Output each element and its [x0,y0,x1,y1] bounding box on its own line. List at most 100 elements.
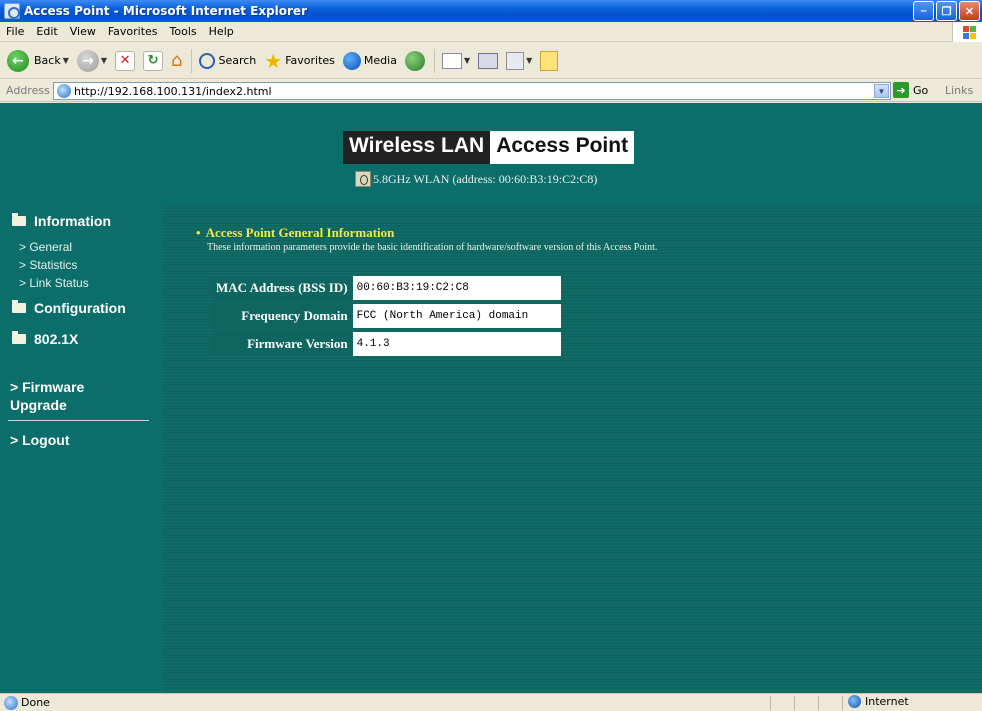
menu-edit[interactable]: Edit [30,25,63,38]
firmware-version-value: 4.1.3 [352,332,561,356]
section-title-text: Access Point General Information [205,225,395,240]
refresh-icon: ↻ [143,50,164,71]
sidebar-item-firmware-upgrade[interactable]: > Firmware Upgrade [10,378,84,414]
status-bar: Done Internet [0,693,982,711]
status-divider [770,696,771,710]
address-bar: Address http://192.168.100.131/index2.ht… [0,80,982,102]
mail-dropdown-icon[interactable]: ▼ [464,56,470,65]
back-dropdown-icon[interactable]: ▼ [63,56,69,65]
sidebar-divider [8,420,149,421]
menu-tools[interactable]: Tools [164,25,203,38]
favorites-label: Favorites [285,54,335,67]
mac-address-value: 00:60:B3:19:C2:C8 [352,276,561,300]
window-titlebar: Access Point - Microsoft Internet Explor… [0,0,982,22]
sidebar-item-information[interactable]: Information [12,213,111,229]
address-url[interactable]: http://192.168.100.131/index2.html [74,85,272,98]
back-arrow-icon: ← [7,49,29,72]
sidebar-item-logout[interactable]: > Logout [10,431,70,449]
status-text: Done [21,696,50,709]
media-button[interactable]: Media [340,47,400,75]
frequency-domain-value: FCC (North America) domain [352,304,561,328]
refresh-button[interactable]: ↻ [140,47,166,75]
print-button[interactable] [475,47,501,75]
notes-button[interactable] [537,47,561,75]
address-input[interactable]: http://192.168.100.131/index2.html ▼ [53,82,891,100]
page-status-icon [4,695,18,710]
go-label: Go [913,83,929,97]
links-button[interactable]: Links [945,84,973,97]
standard-toolbar: ← Back ▼ → ▼ ✕ ↻ ⌂ Search ★ Favorites Me… [0,43,982,79]
forward-arrow-icon: → [76,49,99,72]
address-dropdown-icon[interactable]: ▼ [874,84,889,98]
window-title: Access Point - Microsoft Internet Explor… [24,4,307,18]
edit-button[interactable]: ▼ [503,47,535,75]
maximize-button[interactable]: ❐ [936,1,957,21]
sidebar-item-link-status[interactable]: > Link Status [19,276,89,290]
wlan-card-icon [355,171,371,187]
mail-icon [441,52,462,69]
ie-icon [4,3,20,19]
favorites-star-icon: ★ [264,48,283,73]
firmware-version-label: Firmware Version [212,332,352,356]
table-row: Frequency Domain FCC (North America) dom… [212,304,561,328]
minimize-button[interactable]: – [913,1,934,21]
menu-view[interactable]: View [64,25,102,38]
home-button[interactable]: ⌂ [168,47,185,75]
status-divider [818,696,819,710]
folder-icon [12,300,26,313]
section-description: These information parameters provide the… [207,242,658,253]
edit-dropdown-icon[interactable]: ▼ [526,56,532,65]
zone-label: Internet [865,695,909,708]
status-divider [794,696,795,710]
table-row: MAC Address (BSS ID) 00:60:B3:19:C2:C8 [212,276,561,300]
forward-dropdown-icon[interactable]: ▼ [101,56,107,65]
sidebar-item-statistics[interactable]: > Statistics [19,258,77,272]
toolbar-separator [191,48,193,73]
sidebar-item-802-1x[interactable]: 802.1X [12,331,78,347]
menu-help[interactable]: Help [203,25,240,38]
back-button[interactable]: ← Back ▼ [4,47,72,75]
globe-icon [848,695,861,708]
frequency-domain-label: Frequency Domain [212,304,352,328]
print-icon [478,52,499,69]
info-table: MAC Address (BSS ID) 00:60:B3:19:C2:C8 F… [211,272,562,360]
history-icon [404,50,425,71]
product-logo: Wireless LAN Access Point [343,131,635,164]
window-controls: – ❐ ✕ [913,1,980,21]
media-label: Media [363,54,397,67]
section-title: • Access Point General Information [196,225,394,241]
favorites-button[interactable]: ★ Favorites [261,47,338,75]
go-arrow-icon: ➔ [893,82,909,98]
sidebar-item-configuration[interactable]: Configuration [12,300,126,316]
search-button[interactable]: Search [196,47,259,75]
security-zone: Internet [848,695,909,708]
menu-favorites[interactable]: Favorites [102,25,164,38]
stop-button[interactable]: ✕ [112,47,138,75]
menu-bar: File Edit View Favorites Tools Help [0,22,982,42]
edit-icon [506,51,525,70]
close-button[interactable]: ✕ [959,1,980,21]
logo-access-point: Access Point [490,131,635,164]
menu-file[interactable]: File [0,25,30,38]
search-icon [199,52,216,69]
sidebar-item-general[interactable]: > General [19,240,72,254]
history-button[interactable] [402,47,428,75]
forward-button[interactable]: → ▼ [74,47,110,75]
table-row: Firmware Version 4.1.3 [212,332,561,356]
bullet-icon: • [196,225,201,240]
mail-button[interactable]: ▼ [439,47,473,75]
sidebar-item-label: Information [34,213,111,229]
toolbar-separator [433,48,435,73]
sidebar-nav: Information > General > Statistics > Lin… [0,206,163,693]
device-address-text: 5.8GHz WLAN (address: 00:60:B3:19:C2:C8) [373,171,598,186]
mac-address-label: MAC Address (BSS ID) [212,276,352,300]
sidebar-item-label: Configuration [34,300,126,316]
media-icon [342,51,361,70]
go-button[interactable]: ➔ Go [893,82,928,98]
page-icon [57,84,71,98]
notes-icon [540,50,559,71]
home-icon: ⌂ [171,50,183,71]
windows-logo-icon [952,22,982,42]
search-label: Search [218,54,257,67]
device-subline: 5.8GHz WLAN (address: 00:60:B3:19:C2:C8) [355,171,597,187]
